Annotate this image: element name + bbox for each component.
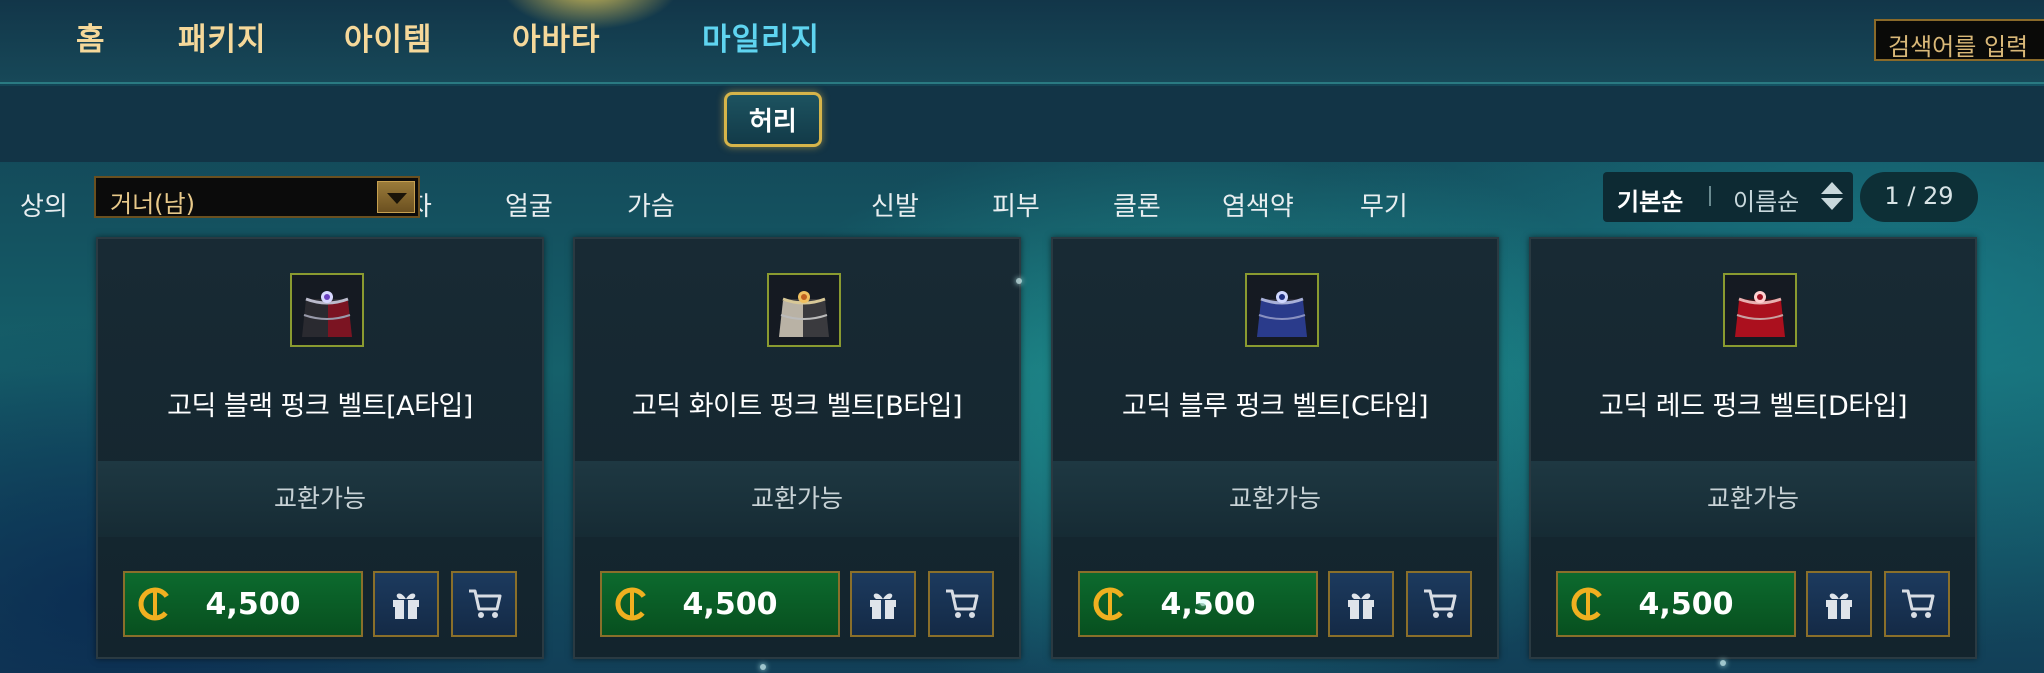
- sort-control: 기본순 이름순: [1603, 172, 1853, 222]
- tab-dye[interactable]: 염색약: [1222, 186, 1294, 223]
- search-input[interactable]: 검색어를 입력: [1874, 19, 2044, 61]
- sparkle: [1720, 660, 1726, 666]
- sort-arrows-icon[interactable]: [1821, 182, 1843, 212]
- tab-chest[interactable]: 가슴: [627, 186, 675, 223]
- product-name: 고딕 블루 펑크 벨트[C타입]: [1121, 391, 1429, 422]
- price-amount: 4,500: [1638, 587, 1734, 622]
- shop-screen: 홈 패키지 아이템 아바타 마일리지 검색어를 입력 상의 하의 머리 모자 얼…: [0, 0, 2044, 673]
- trade-status: 교환가능: [1228, 484, 1321, 513]
- character-select-value: 거너(남): [110, 190, 195, 218]
- belt-item-icon: [1723, 273, 1797, 347]
- sparkle: [1200, 600, 1206, 606]
- cart-button[interactable]: [1884, 571, 1950, 637]
- trade-status: 교환가능: [273, 484, 366, 513]
- cart-button[interactable]: [1406, 571, 1472, 637]
- cart-button[interactable]: [451, 571, 517, 637]
- tab-weapon[interactable]: 무기: [1360, 186, 1408, 223]
- belt-item-icon: [290, 273, 364, 347]
- sparkle: [760, 664, 766, 670]
- trade-status: 교환가능: [750, 484, 843, 513]
- price-amount: 4,500: [1160, 587, 1256, 622]
- gift-button[interactable]: [1806, 571, 1872, 637]
- tab-skin[interactable]: 피부: [992, 186, 1040, 223]
- cart-icon: [1424, 589, 1457, 618]
- gift-icon: [393, 593, 419, 619]
- nav-package[interactable]: 패키지: [178, 14, 267, 59]
- cart-icon: [1902, 589, 1935, 618]
- nav-mileage[interactable]: 마일리지: [702, 14, 820, 59]
- gift-button[interactable]: [373, 571, 439, 637]
- price-amount: 4,500: [205, 587, 301, 622]
- sort-divider: [1709, 186, 1711, 206]
- gift-button[interactable]: [850, 571, 916, 637]
- tab-top[interactable]: 상의: [20, 186, 68, 223]
- tab-shoes[interactable]: 신발: [871, 186, 919, 223]
- product-name: 고딕 블랙 펑크 벨트[A타입]: [167, 391, 473, 422]
- sub-nav: 상의 하의 머리 모자 얼굴 가슴 허리 신발 피부 클론 염색약 무기: [0, 86, 2044, 222]
- trade-status: 교환가능: [1706, 484, 1799, 513]
- page-indicator: 1 / 29: [1860, 172, 1978, 222]
- product-name: 고딕 화이트 펑크 벨트[B타입]: [631, 391, 963, 422]
- sort-name-button[interactable]: 이름순: [1733, 182, 1799, 217]
- product-card[interactable]: 고딕 레드 펑크 벨트[D타입] 교환가능 4,500: [1529, 237, 1977, 659]
- product-card[interactable]: 고딕 블랙 펑크 벨트[A타입] 교환가능 4,500: [96, 237, 544, 659]
- cart-icon: [946, 589, 979, 618]
- nav-avatar[interactable]: 아바타: [512, 14, 601, 59]
- cart-button[interactable]: [928, 571, 994, 637]
- price-button[interactable]: 4,500: [1078, 571, 1318, 637]
- sort-default-button[interactable]: 기본순: [1617, 182, 1683, 217]
- price-button[interactable]: 4,500: [600, 571, 840, 637]
- belt-item-icon: [1245, 273, 1319, 347]
- product-card[interactable]: 고딕 화이트 펑크 벨트[B타입] 교환가능 4,500: [573, 237, 1021, 659]
- gift-icon: [1826, 593, 1852, 619]
- tab-waist[interactable]: 허리: [724, 92, 822, 147]
- product-name: 고딕 레드 펑크 벨트[D타입]: [1598, 391, 1908, 422]
- price-button[interactable]: 4,500: [1556, 571, 1796, 637]
- top-nav: 홈 패키지 아이템 아바타 마일리지 검색어를 입력: [0, 0, 2044, 84]
- cart-icon: [469, 589, 502, 618]
- chevron-down-icon[interactable]: [377, 181, 415, 213]
- price-amount: 4,500: [682, 587, 778, 622]
- product-card[interactable]: 고딕 블루 펑크 벨트[C타입] 교환가능 4,500: [1051, 237, 1499, 659]
- tab-clone[interactable]: 클론: [1113, 186, 1161, 223]
- gift-button[interactable]: [1328, 571, 1394, 637]
- gift-icon: [1348, 593, 1374, 619]
- character-select[interactable]: 거너(남): [94, 176, 420, 218]
- tab-face[interactable]: 얼굴: [505, 186, 553, 223]
- sparkle: [1016, 278, 1022, 284]
- nav-home[interactable]: 홈: [76, 14, 106, 59]
- belt-item-icon: [767, 273, 841, 347]
- price-button[interactable]: 4,500: [123, 571, 363, 637]
- gift-icon: [870, 593, 896, 619]
- nav-item[interactable]: 아이템: [344, 14, 433, 59]
